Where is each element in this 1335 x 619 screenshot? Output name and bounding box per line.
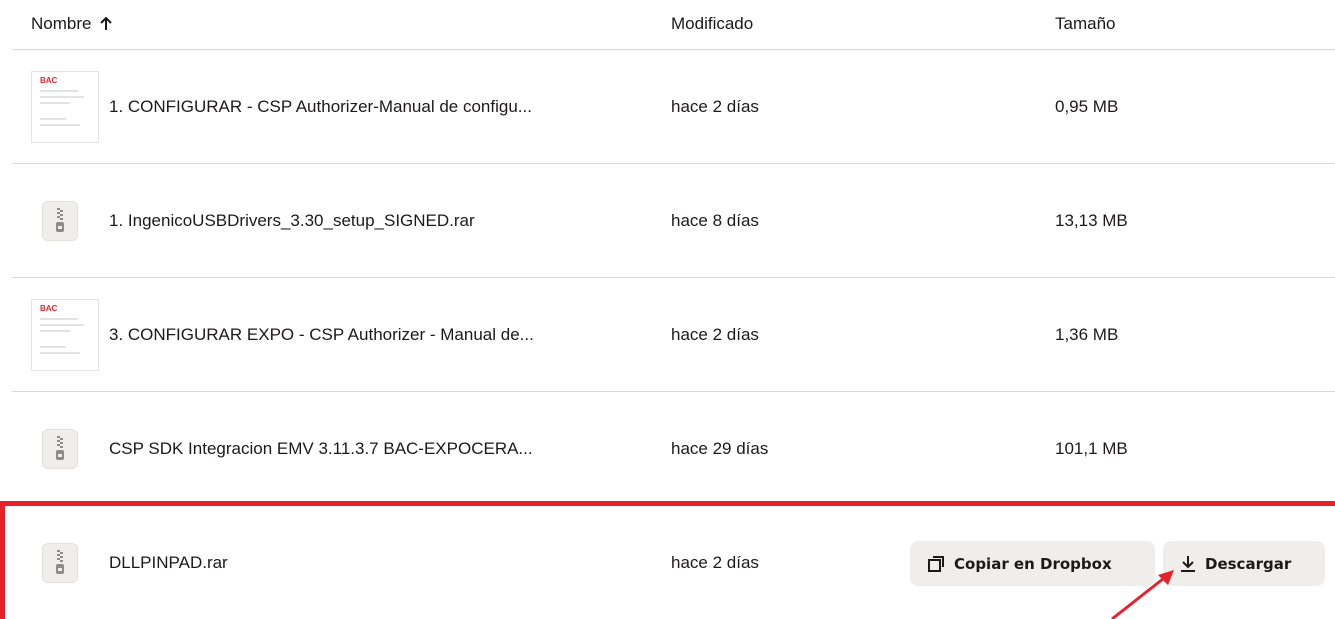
file-name[interactable]: CSP SDK Integracion EMV 3.11.3.7 BAC-EXP…: [109, 439, 533, 459]
file-modified: hace 29 días: [671, 438, 769, 458]
file-row[interactable]: BAC 1. CONFIGURAR - CSP Authorizer-Manua…: [12, 50, 1335, 164]
download-label: Descargar: [1205, 554, 1292, 573]
file-modified: hace 8 días: [671, 210, 759, 230]
file-modified: hace 2 días: [671, 552, 759, 572]
annotation-arrow-icon: [1111, 570, 1174, 619]
size-column-header[interactable]: Tamaño: [1055, 14, 1115, 34]
file-size: 1,36 MB: [1055, 324, 1119, 344]
download-icon: [1181, 555, 1195, 572]
file-list-header: Nombre Modificado Tamaño: [12, 0, 1335, 50]
file-size: 101,1 MB: [1055, 438, 1128, 458]
copy-to-dropbox-label: Copiar en Dropbox: [954, 554, 1112, 573]
sort-ascending-arrow-icon: [100, 16, 113, 30]
file-row[interactable]: CSP SDK Integracion EMV 3.11.3.7 BAC-EXP…: [12, 392, 1335, 506]
pdf-thumbnail-icon: BAC: [31, 298, 99, 371]
copy-icon: [928, 555, 944, 572]
file-name[interactable]: 1. CONFIGURAR - CSP Authorizer-Manual de…: [109, 97, 532, 117]
file-name[interactable]: 3. CONFIGURAR EXPO - CSP Authorizer - Ma…: [109, 325, 534, 345]
file-row[interactable]: BAC 3. CONFIGURAR EXPO - CSP Authorizer …: [12, 278, 1335, 392]
zip-archive-icon: [42, 428, 78, 469]
file-row[interactable]: 1. IngenicoUSBDrivers_3.30_setup_SIGNED.…: [12, 164, 1335, 278]
download-button[interactable]: Descargar: [1163, 541, 1325, 586]
pdf-thumbnail-icon: BAC: [31, 70, 99, 143]
name-column-label: Nombre: [31, 14, 92, 33]
file-size: 13,13 MB: [1055, 210, 1128, 230]
modified-column-header[interactable]: Modificado: [671, 14, 753, 34]
bac-logo: BAC: [40, 75, 58, 85]
file-modified: hace 2 días: [671, 324, 759, 344]
file-name[interactable]: 1. IngenicoUSBDrivers_3.30_setup_SIGNED.…: [109, 211, 475, 231]
zip-archive-icon: [42, 200, 78, 241]
file-modified: hace 2 días: [671, 96, 759, 116]
sort-by-name-header[interactable]: Nombre: [31, 14, 113, 34]
bac-logo: BAC: [40, 303, 58, 313]
file-name[interactable]: DLLPINPAD.rar: [109, 553, 228, 573]
file-size: 0,95 MB: [1055, 96, 1119, 116]
zip-archive-icon: [42, 542, 78, 583]
